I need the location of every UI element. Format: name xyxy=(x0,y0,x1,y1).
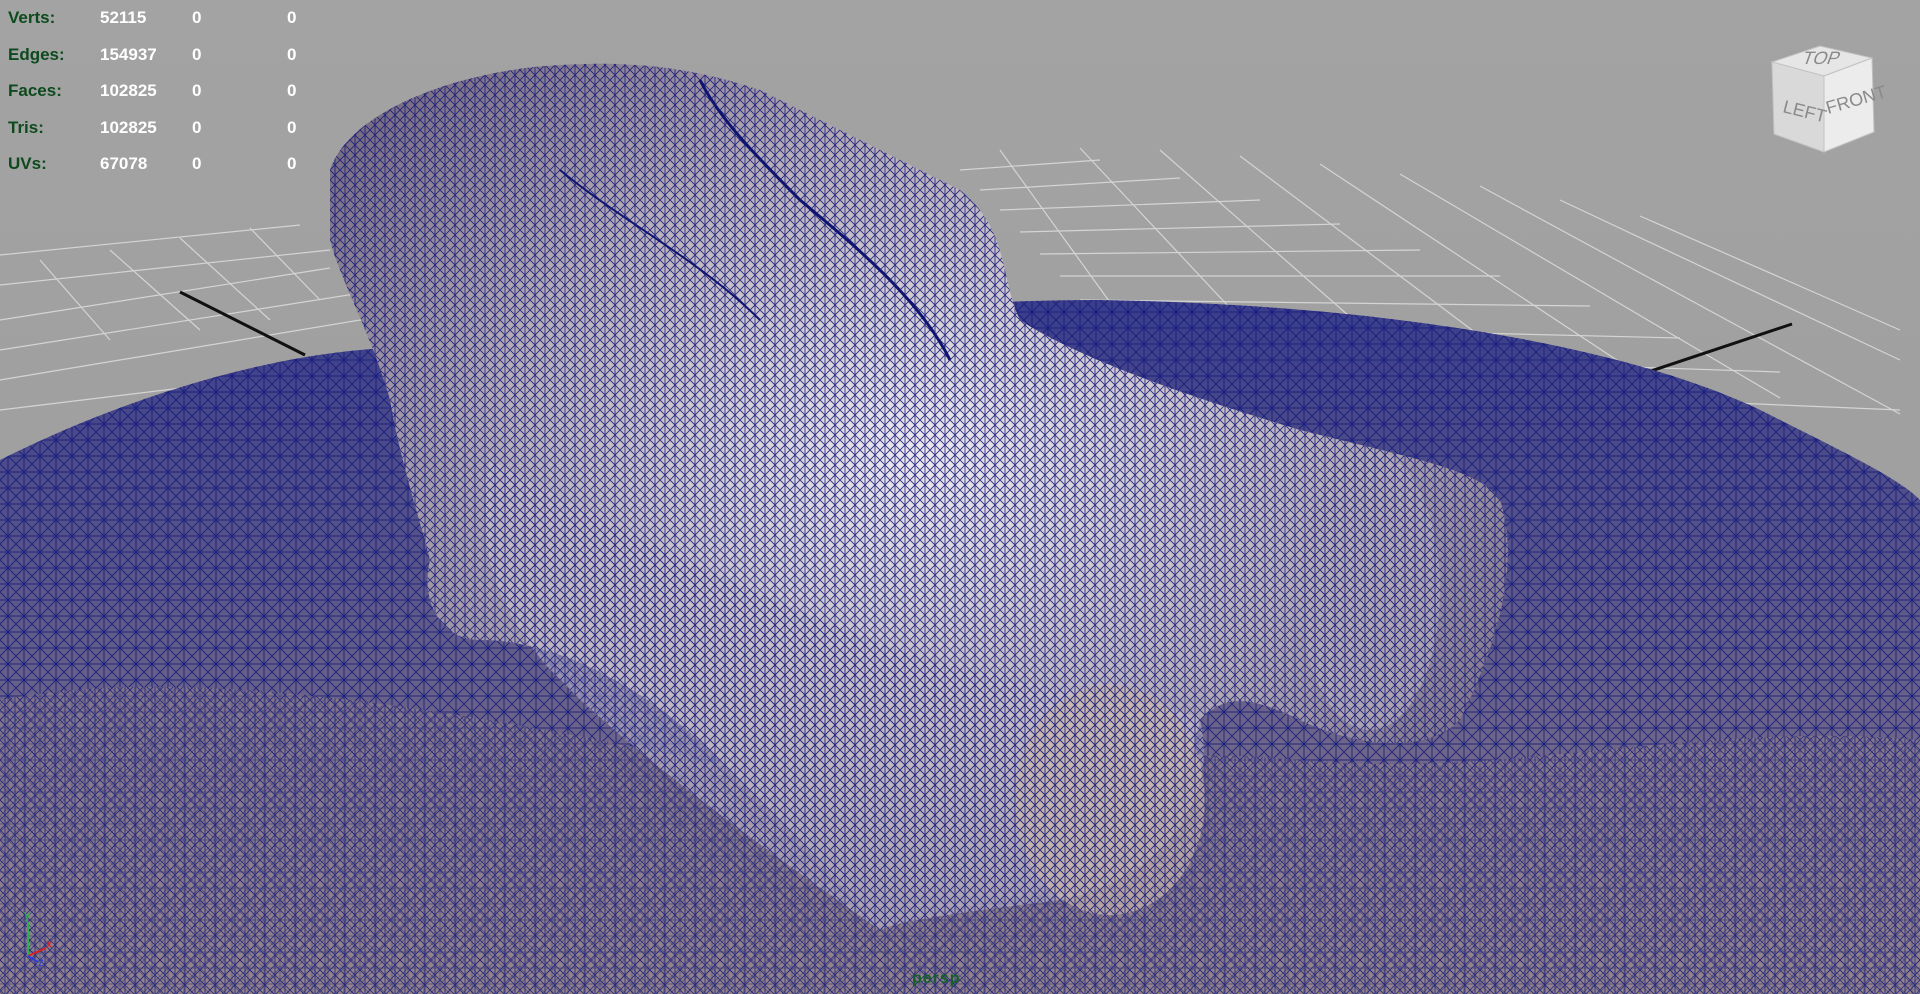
hud-row-tris: Tris: 102825 0 0 xyxy=(8,110,327,147)
hud-value: 0 xyxy=(287,44,297,64)
poly-count-hud: Verts: 52115 0 0 Edges: 154937 0 0 Faces… xyxy=(8,0,327,183)
hud-value: 67078 xyxy=(100,154,148,173)
hud-label: UVs: xyxy=(8,154,47,173)
hud-row-edges: Edges: 154937 0 0 xyxy=(8,37,327,74)
hud-value: 0 xyxy=(192,117,202,137)
viewcube[interactable]: TOP LEFT FRONT xyxy=(1760,40,1890,170)
axis-x-label: x xyxy=(46,936,53,951)
hud-label: Verts: xyxy=(8,8,56,27)
hud-row-verts: Verts: 52115 0 0 xyxy=(8,0,327,37)
hud-value: 0 xyxy=(287,117,297,137)
hud-value: 154937 xyxy=(100,44,157,64)
axis-y-label: y xyxy=(24,907,31,922)
axis-z-label: z xyxy=(38,955,44,966)
camera-name: persp xyxy=(912,970,961,987)
hud-value: 102825 xyxy=(100,117,157,137)
hud-value: 0 xyxy=(287,81,297,100)
hud-value: 0 xyxy=(192,154,202,173)
hud-value: 52115 xyxy=(100,8,147,27)
viewport[interactable]: Verts: 52115 0 0 Edges: 154937 0 0 Faces… xyxy=(0,0,1920,994)
axis-gizmo-icon: y x z xyxy=(24,907,53,966)
hud-value: 0 xyxy=(287,154,297,173)
axis-z-line xyxy=(27,955,39,963)
hud-value: 0 xyxy=(287,8,297,27)
hud-label: Faces: xyxy=(8,81,62,100)
hud-value: 0 xyxy=(192,81,202,100)
hud-label: Edges: xyxy=(8,44,65,64)
hud-value: 0 xyxy=(192,44,202,64)
viewcube-top-label: TOP xyxy=(1800,48,1844,68)
hud-label: Tris: xyxy=(8,117,44,137)
hud-value: 0 xyxy=(192,8,202,27)
hud-row-faces: Faces: 102825 0 0 xyxy=(8,73,327,110)
viewcube-icon[interactable]: TOP LEFT FRONT xyxy=(1760,40,1890,170)
hud-value: 102825 xyxy=(100,81,157,100)
hud-row-uvs: UVs: 67078 0 0 xyxy=(8,146,327,183)
